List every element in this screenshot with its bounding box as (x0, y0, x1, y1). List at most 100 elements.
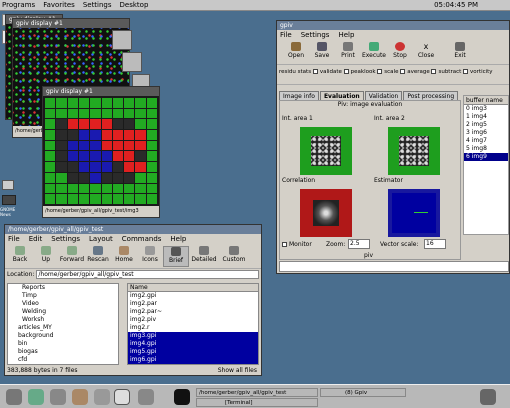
file-row[interactable]: img2.r (128, 324, 258, 332)
open-icon (291, 42, 301, 51)
print-icon (343, 42, 353, 51)
pager-icon[interactable] (480, 389, 496, 405)
exit-button[interactable]: Exit (447, 42, 473, 63)
menu-favorites[interactable]: Favorites (43, 1, 75, 9)
image-window-front[interactable]: gpiv display #1 /home/gerber/gpiv_all/gp… (42, 86, 160, 218)
check-residu[interactable]: residu stats (279, 69, 311, 75)
menu-file[interactable]: File (8, 235, 20, 244)
tree-item[interactable]: Video (8, 300, 118, 308)
launcher-icon[interactable] (50, 389, 66, 405)
check-scale[interactable]: scale (377, 69, 398, 75)
buffer-row[interactable]: 0 img3 (464, 105, 508, 113)
gnome-news-icon[interactable] (2, 195, 16, 205)
execute-button[interactable]: Execute (361, 42, 387, 63)
file-row-selected[interactable]: img6.gpi (128, 356, 258, 364)
menu-edit[interactable]: Edit (29, 235, 43, 244)
directory-tree[interactable]: Reports Timp Video Welding Worksh articl… (7, 283, 119, 365)
file-manager-window[interactable]: /home/gerber/gpiv_all/gpiv_test File Edi… (4, 224, 262, 376)
buffer-row[interactable]: 3 img6 (464, 129, 508, 137)
taskbar-item-terminal[interactable]: [Terminal] (196, 398, 318, 407)
launcher-icon[interactable] (28, 389, 44, 405)
menu-desktop[interactable]: Desktop (120, 1, 149, 9)
file-row-selected[interactable]: img3.gpi (128, 332, 258, 340)
menu-file[interactable]: File (280, 31, 292, 40)
detailed-view-icon (199, 246, 209, 255)
tree-item[interactable]: biogas (8, 348, 118, 356)
file-row-selected[interactable]: img5.gpi (128, 348, 258, 356)
launcher-icon[interactable] (94, 389, 110, 405)
menu-layout[interactable]: Layout (89, 235, 113, 244)
vector-scale-input[interactable]: 16 (424, 239, 446, 249)
tree-item[interactable]: background (8, 332, 118, 340)
fm-status-left: 383,888 bytes in 7 files (7, 367, 78, 374)
buffer-row[interactable]: 1 img4 (464, 113, 508, 121)
menu-settings[interactable]: Settings (51, 235, 80, 244)
bottom-panel: /home/gerber/gpiv_all/gpiv_test (8) Gpiv… (0, 384, 510, 408)
custom-view-button[interactable]: Custom (219, 246, 249, 267)
print-button[interactable]: Print (335, 42, 361, 63)
tree-item[interactable]: articles_MY (8, 324, 118, 332)
buffer-list[interactable]: buffer name 0 img3 1 img4 2 img5 3 img6 … (463, 95, 509, 235)
launcher-icon[interactable] (138, 389, 154, 405)
menu-commands[interactable]: Commands (122, 235, 162, 244)
window-titlebar[interactable]: gpiv display #1 (43, 87, 159, 96)
window-titlebar[interactable]: /home/gerber/gpiv_all/gpiv_test (5, 225, 261, 234)
check-vorticity[interactable]: vorticity (463, 69, 493, 75)
icons-view-button[interactable]: Icons (137, 246, 163, 267)
file-row[interactable]: img2.piv (128, 316, 258, 324)
location-input[interactable]: /home/gerber/gpiv_all/gpiv_test (36, 270, 259, 279)
menu-help[interactable]: Help (170, 235, 186, 244)
launcher-icon[interactable] (72, 389, 88, 405)
buffer-row[interactable]: 5 img8 (464, 145, 508, 153)
zoom-input[interactable]: 2.5 (348, 239, 370, 249)
taskbar-item-gpiv[interactable]: (8) Gpiv (320, 388, 406, 397)
menu-programs[interactable]: Programs (2, 1, 35, 9)
gnome-foot-icon[interactable] (6, 389, 22, 405)
check-validate[interactable]: validate (312, 69, 342, 75)
check-average[interactable]: average (400, 69, 430, 75)
back-button[interactable]: Back (7, 246, 33, 267)
buffer-row[interactable]: 2 img5 (464, 121, 508, 129)
window-titlebar[interactable]: gpiv display #1 (13, 19, 129, 28)
menu-settings[interactable]: Settings (301, 31, 330, 40)
check-peaklook[interactable]: peaklook (343, 69, 376, 75)
window-titlebar[interactable]: gpiv (277, 21, 509, 30)
rescan-button[interactable]: Rescan (85, 246, 111, 267)
detailed-view-button[interactable]: Detailed (189, 246, 219, 267)
exit-icon (455, 42, 465, 51)
status-label: piv (364, 252, 374, 259)
check-subtract[interactable]: subtract (431, 69, 461, 75)
gpiv-window[interactable]: gpiv File Settings Help Open Save Print … (276, 20, 510, 274)
image-caption: /home/gerber/gpiv_all/gpiv_test/img3 (45, 208, 139, 214)
tree-item[interactable]: Worksh (8, 316, 118, 324)
forward-arrow-icon (67, 246, 77, 255)
stop-button[interactable]: Stop (387, 42, 413, 63)
file-row-selected[interactable]: img4.gpi (128, 340, 258, 348)
close-button[interactable]: x Close (413, 42, 439, 63)
computer-icon[interactable] (2, 180, 14, 190)
save-button[interactable]: Save (309, 42, 335, 63)
tree-item[interactable]: Reports (8, 284, 118, 292)
taskbar-item-filemanager[interactable]: /home/gerber/gpiv_all/gpiv_test (196, 388, 318, 397)
file-list-header[interactable]: Name (128, 284, 258, 292)
buffer-row-selected[interactable]: 6 img9 (464, 153, 508, 161)
open-button[interactable]: Open (283, 42, 309, 63)
menu-help[interactable]: Help (338, 31, 354, 40)
launcher-icon[interactable] (114, 389, 130, 405)
brief-view-button[interactable]: Brief (163, 246, 189, 267)
monitor-check[interactable]: Monitor (282, 241, 312, 248)
up-button[interactable]: Up (33, 246, 59, 267)
tree-item[interactable]: bin (8, 340, 118, 348)
tree-item[interactable]: cfd (8, 356, 118, 364)
tree-item[interactable]: Welding (8, 308, 118, 316)
cpu-monitor-icon (174, 389, 190, 405)
menu-settings[interactable]: Settings (83, 1, 112, 9)
file-row[interactable]: img2.par~ (128, 308, 258, 316)
file-row[interactable]: img2.par (128, 300, 258, 308)
file-list[interactable]: Name img2.gpi img2.par img2.par~ img2.pi… (127, 283, 259, 365)
file-row[interactable]: img2.gpi (128, 292, 258, 300)
buffer-row[interactable]: 4 img7 (464, 137, 508, 145)
forward-button[interactable]: Forward (59, 246, 85, 267)
tree-item[interactable]: Timp (8, 292, 118, 300)
home-button[interactable]: Home (111, 246, 137, 267)
